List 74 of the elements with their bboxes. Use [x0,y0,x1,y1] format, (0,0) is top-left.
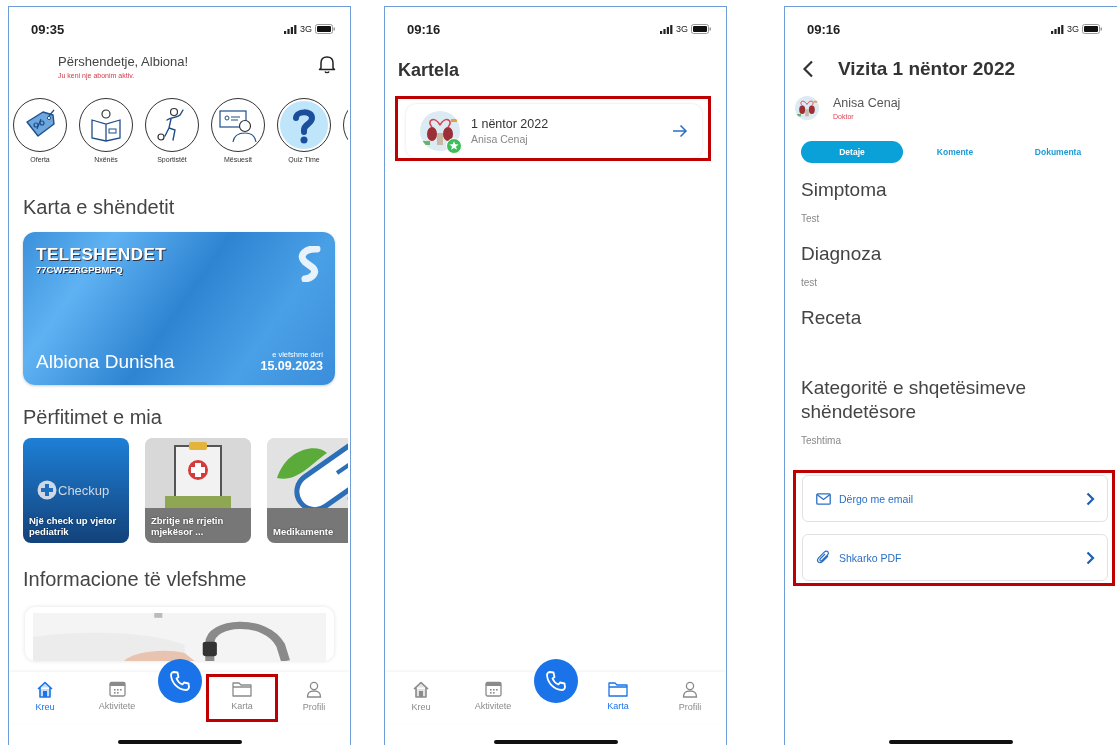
network-label: 3G [1067,24,1079,34]
chevron-right-icon [1086,491,1095,506]
signal-icon [1051,24,1064,34]
section-heading: Diagnoza [801,242,883,266]
person-icon [682,680,698,698]
signal-icon [660,24,673,34]
bell-icon[interactable] [318,54,336,74]
screen-title: Kartela [398,59,461,81]
chevron-right-icon [1086,550,1095,565]
calendar-icon [108,681,126,697]
benefit-card[interactable]: Zbritje në rrjetin mjekësor ... [145,438,251,543]
calendar-icon [484,681,502,697]
benefit-caption: Medikamente [273,526,335,537]
valid-until-date: 15.09.2023 [260,359,323,373]
visit-date: 1 nëntor 2022 [471,117,550,131]
nav-tab[interactable]: Kreu [20,680,70,712]
nav-tab[interactable]: Profili [289,680,339,712]
battery-icon [1082,24,1103,34]
battery-icon [691,24,712,34]
nav-tab[interactable]: Kreu [396,680,446,712]
section-heading: Informacione të vlefshme [22,567,248,591]
mail-icon [816,492,831,505]
star-badge-icon [446,138,462,154]
status-time: 09:16 [807,21,841,37]
status-time: 09:16 [407,21,441,37]
action-button[interactable]: Dërgo me email [802,475,1108,522]
tile-logo: Checkup [58,482,110,498]
home-icon [412,680,430,698]
plus-circle-icon [37,480,57,500]
benefit-card[interactable]: Medikamente [267,438,348,543]
card-brand: TELESHENDET [36,246,167,264]
person-icon [306,680,322,698]
nav-tab[interactable]: Karta [217,681,267,711]
benefit-caption: Zbritje në rrjetin mjekësor ... [151,515,225,537]
benefit-caption: Një check up vjetor pediatrik [29,515,118,537]
section-value: test [801,277,819,288]
phone-icon [167,669,192,693]
call-button[interactable] [533,659,578,703]
action-button[interactable]: Shkarko PDF [802,534,1108,581]
section-heading: Përfitimet e mia [22,405,163,429]
section-heading: Kategoritë e shqetësimeve shëndetësore [801,376,1027,424]
phone-icon [543,669,568,693]
doctor-name: Anisa Cenaj [833,96,901,110]
nav-tab[interactable]: Karta [593,681,643,711]
section-heading: Karta e shëndetit [22,195,176,219]
screen-title: Vizita 1 nëntor 2022 [838,57,1016,81]
back-icon[interactable] [802,60,814,78]
status-time: 09:35 [31,21,65,37]
benefit-card[interactable]: Checkup Një check up vjetor pediatrik [23,438,129,543]
nav-tab[interactable]: Profili [665,680,715,712]
network-label: 3G [676,24,688,34]
section-heading: Simptoma [801,178,888,202]
folder-icon [608,681,628,697]
nav-tab[interactable]: Aktivitete [92,681,142,711]
nav-tab[interactable]: Aktivitete [468,681,518,711]
section-value: Teshtima [801,435,842,446]
doctor-name: Anisa Cenaj [471,133,529,145]
visit-card[interactable]: 1 nëntor 2022 Anisa Cenaj [406,104,702,158]
battery-icon [315,24,336,34]
tab[interactable]: Dokumenta [1007,141,1109,163]
home-icon [36,680,54,698]
info-card[interactable] [25,607,334,661]
card-code: 77CWFZRGPBMFQ [36,264,124,275]
arrow-right-icon [672,124,688,138]
tab[interactable]: Detaje [801,141,903,163]
paperclip-icon [816,550,831,565]
network-label: 3G [300,24,312,34]
signal-icon [284,24,297,34]
card-holder-name: Albiona Dunisha [36,351,175,373]
section-value: Test [801,213,821,224]
greeting-text: Përshendetje, Albiona! [58,54,189,70]
section-heading: Receta [801,306,863,330]
folder-icon [232,681,252,697]
tab[interactable]: Komente [904,141,1006,163]
